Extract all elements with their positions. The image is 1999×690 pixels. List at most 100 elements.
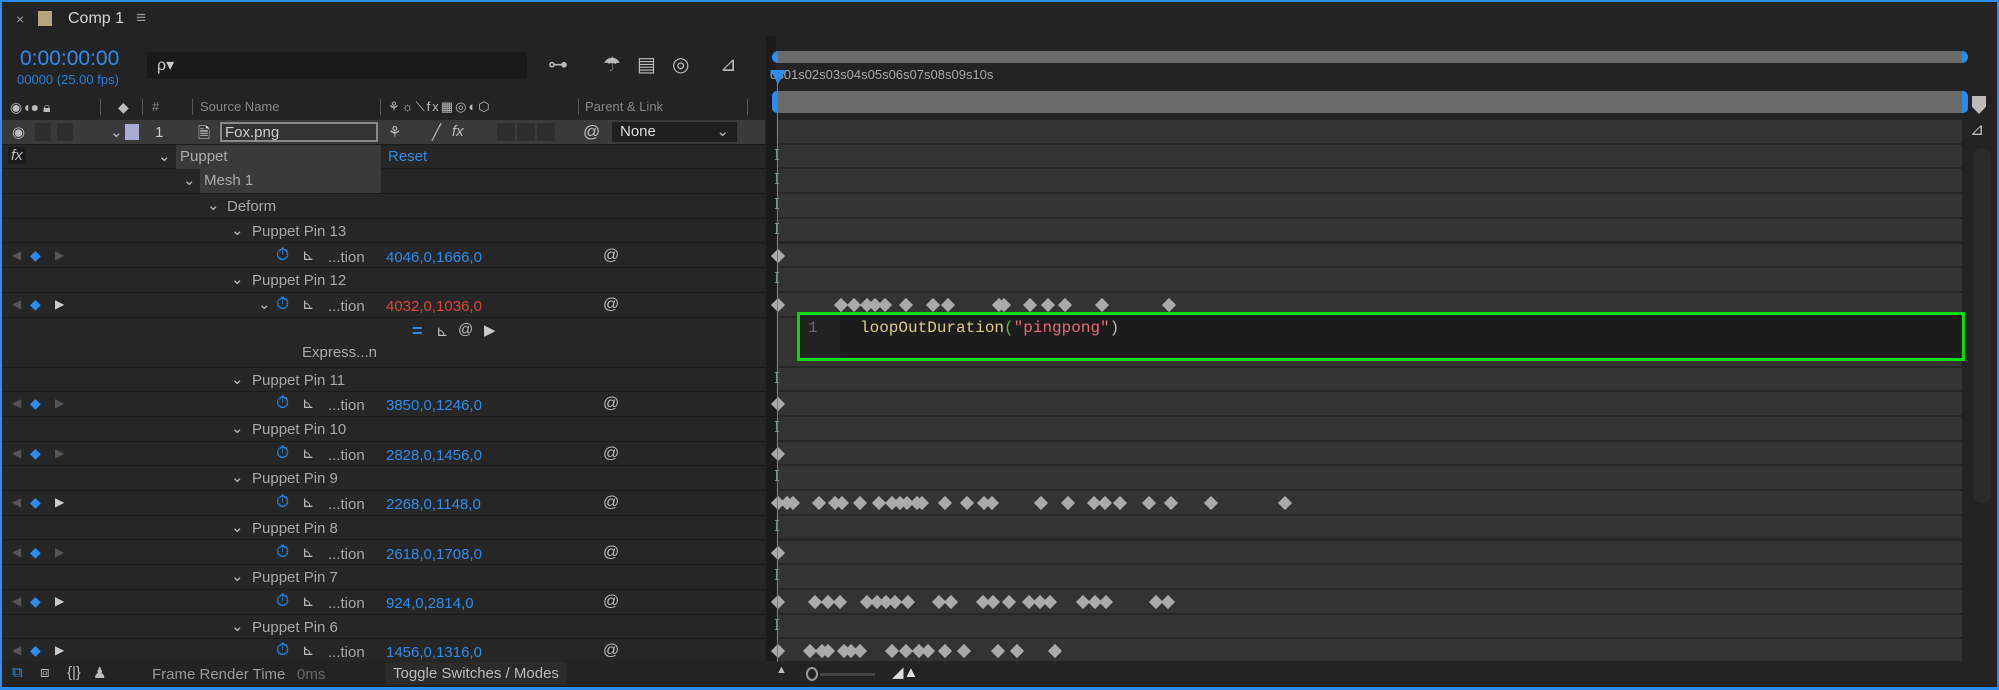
- add-keyframe-icon[interactable]: ◆: [30, 445, 41, 462]
- keyframe[interactable]: [1023, 297, 1038, 312]
- expand-chevron-icon[interactable]: ⌄: [183, 171, 196, 189]
- expand-chevron-icon[interactable]: ⌄: [231, 221, 244, 239]
- graph-icon[interactable]: ⊾: [302, 493, 315, 511]
- keyframe[interactable]: [937, 496, 953, 511]
- pick-whip-icon[interactable]: @: [603, 494, 619, 512]
- prev-keyframe-icon[interactable]: ◀: [12, 248, 21, 262]
- keyframe[interactable]: [852, 496, 867, 511]
- keyframe[interactable]: [846, 297, 861, 312]
- add-keyframe-icon[interactable]: ◆: [30, 593, 41, 610]
- next-keyframe-icon[interactable]: ▶: [55, 594, 64, 608]
- next-keyframe-icon[interactable]: ▶: [55, 297, 64, 311]
- prev-keyframe-icon[interactable]: ◀: [12, 297, 21, 311]
- keyframe[interactable]: [832, 594, 847, 609]
- effect-name[interactable]: Puppet: [176, 144, 381, 169]
- graph-icon[interactable]: ⊾: [302, 592, 315, 610]
- next-keyframe-icon[interactable]: ▶: [55, 643, 64, 657]
- video-visibility-icon[interactable]: ◉: [12, 123, 25, 141]
- keyframe[interactable]: [898, 297, 913, 312]
- pick-whip-icon[interactable]: @: [603, 395, 619, 413]
- frame-blending-icon[interactable]: ▤: [637, 52, 656, 77]
- add-keyframe-icon[interactable]: ◆: [30, 494, 41, 511]
- expression-editor[interactable]: 1 loopOutDuration("pingpong"): [797, 312, 1965, 361]
- prev-keyframe-icon[interactable]: ◀: [12, 545, 21, 559]
- keyframe[interactable]: [941, 297, 956, 312]
- stopwatch-icon[interactable]: ⏱: [276, 245, 289, 265]
- keyframe[interactable]: [833, 297, 848, 312]
- keyframe[interactable]: [985, 496, 1000, 511]
- playhead-line[interactable]: [777, 72, 778, 662]
- stopwatch-icon[interactable]: ⏱: [276, 443, 289, 463]
- layer-switches-toggle-icon[interactable]: ⧉: [12, 664, 23, 681]
- add-keyframe-icon[interactable]: ◆: [30, 395, 41, 412]
- graph-icon[interactable]: ⊾: [302, 641, 315, 659]
- next-keyframe-icon[interactable]: ▶: [55, 248, 64, 262]
- keyframe[interactable]: [991, 644, 1006, 659]
- keyframe[interactable]: [852, 644, 867, 659]
- keyframe[interactable]: [871, 496, 886, 511]
- add-keyframe-icon[interactable]: ◆: [30, 296, 41, 313]
- prev-keyframe-icon[interactable]: ◀: [12, 396, 21, 410]
- expression-code[interactable]: loopOutDuration("pingpong"): [860, 319, 1119, 337]
- expand-chevron-icon[interactable]: ⌄: [258, 295, 271, 313]
- mesh-name[interactable]: Mesh 1: [200, 169, 381, 194]
- keyframe[interactable]: [1040, 297, 1056, 312]
- expand-chevron-icon[interactable]: ⌄: [231, 419, 244, 437]
- prev-keyframe-icon[interactable]: ◀: [12, 643, 21, 657]
- next-keyframe-icon[interactable]: ▶: [55, 396, 64, 410]
- switch-box[interactable]: [517, 123, 535, 141]
- expand-chevron-icon[interactable]: ⌄: [231, 567, 244, 585]
- stopwatch-icon[interactable]: ⏱: [276, 640, 289, 660]
- lock-box[interactable]: [57, 123, 73, 141]
- keyframe[interactable]: [1277, 496, 1292, 511]
- expression-graph-icon[interactable]: ⊾: [436, 322, 449, 340]
- time-navigator-bar[interactable]: [772, 51, 1968, 63]
- keyframe[interactable]: [1164, 496, 1179, 511]
- tab-comp-1[interactable]: Comp 1: [68, 10, 124, 28]
- property-value[interactable]: 3850,0,1246,0: [386, 397, 482, 414]
- comp-flowchart-icon[interactable]: ⊶: [548, 52, 568, 77]
- keyframe[interactable]: [807, 594, 822, 609]
- property-value[interactable]: 4046,0,1666,0: [386, 249, 482, 266]
- keyframe[interactable]: [926, 297, 941, 312]
- keyframe[interactable]: [1057, 297, 1072, 312]
- keyframe[interactable]: [898, 644, 913, 659]
- prev-keyframe-icon[interactable]: ◀: [12, 594, 21, 608]
- keyframe[interactable]: [937, 644, 953, 659]
- keyframe[interactable]: [1043, 594, 1058, 609]
- zoom-in-icon[interactable]: ◢▲: [892, 663, 918, 681]
- work-area-bar[interactable]: [772, 91, 1968, 113]
- next-keyframe-icon[interactable]: ▶: [55, 446, 64, 460]
- expand-chevron-icon[interactable]: ⌄: [110, 123, 123, 141]
- graph-icon[interactable]: ⊾: [302, 394, 315, 412]
- expression-language-menu-icon[interactable]: ▶: [484, 321, 496, 339]
- layer-label-color[interactable]: [125, 124, 139, 140]
- keyframe[interactable]: [901, 594, 916, 609]
- pick-whip-icon[interactable]: @: [603, 296, 619, 314]
- stopwatch-icon[interactable]: ⏱: [276, 542, 289, 562]
- prev-keyframe-icon[interactable]: ◀: [12, 495, 21, 509]
- keyframe[interactable]: [1047, 644, 1063, 659]
- keyframe[interactable]: [812, 496, 827, 511]
- graph-icon[interactable]: ⊾: [302, 444, 315, 462]
- graph-icon[interactable]: ⊾: [302, 543, 315, 561]
- keyframe[interactable]: [877, 297, 892, 312]
- close-tab-icon[interactable]: ×: [16, 11, 24, 27]
- expand-chevron-icon[interactable]: ⌄: [231, 617, 244, 635]
- keyframe[interactable]: [1098, 594, 1114, 609]
- search-input[interactable]: ρ▾: [147, 52, 527, 79]
- stopwatch-icon[interactable]: ⏱: [276, 591, 289, 611]
- expand-chevron-icon[interactable]: ⌄: [231, 518, 244, 536]
- expand-chevron-icon[interactable]: ⌄: [158, 147, 171, 165]
- graph-editor-icon[interactable]: ⊿: [720, 52, 737, 77]
- keyframe[interactable]: [1001, 594, 1016, 609]
- expand-chevron-icon[interactable]: ⌄: [231, 468, 244, 486]
- keyframe[interactable]: [1061, 496, 1076, 511]
- zoom-slider-handle[interactable]: [806, 667, 818, 681]
- layer-name-field[interactable]: Fox.png: [220, 122, 378, 142]
- expand-chevron-icon[interactable]: ⌄: [231, 370, 244, 388]
- pick-whip-icon[interactable]: @: [603, 544, 619, 562]
- pick-whip-icon[interactable]: @: [603, 642, 619, 660]
- current-timecode[interactable]: 0:00:00:00: [20, 47, 119, 71]
- keyframe[interactable]: [921, 644, 936, 659]
